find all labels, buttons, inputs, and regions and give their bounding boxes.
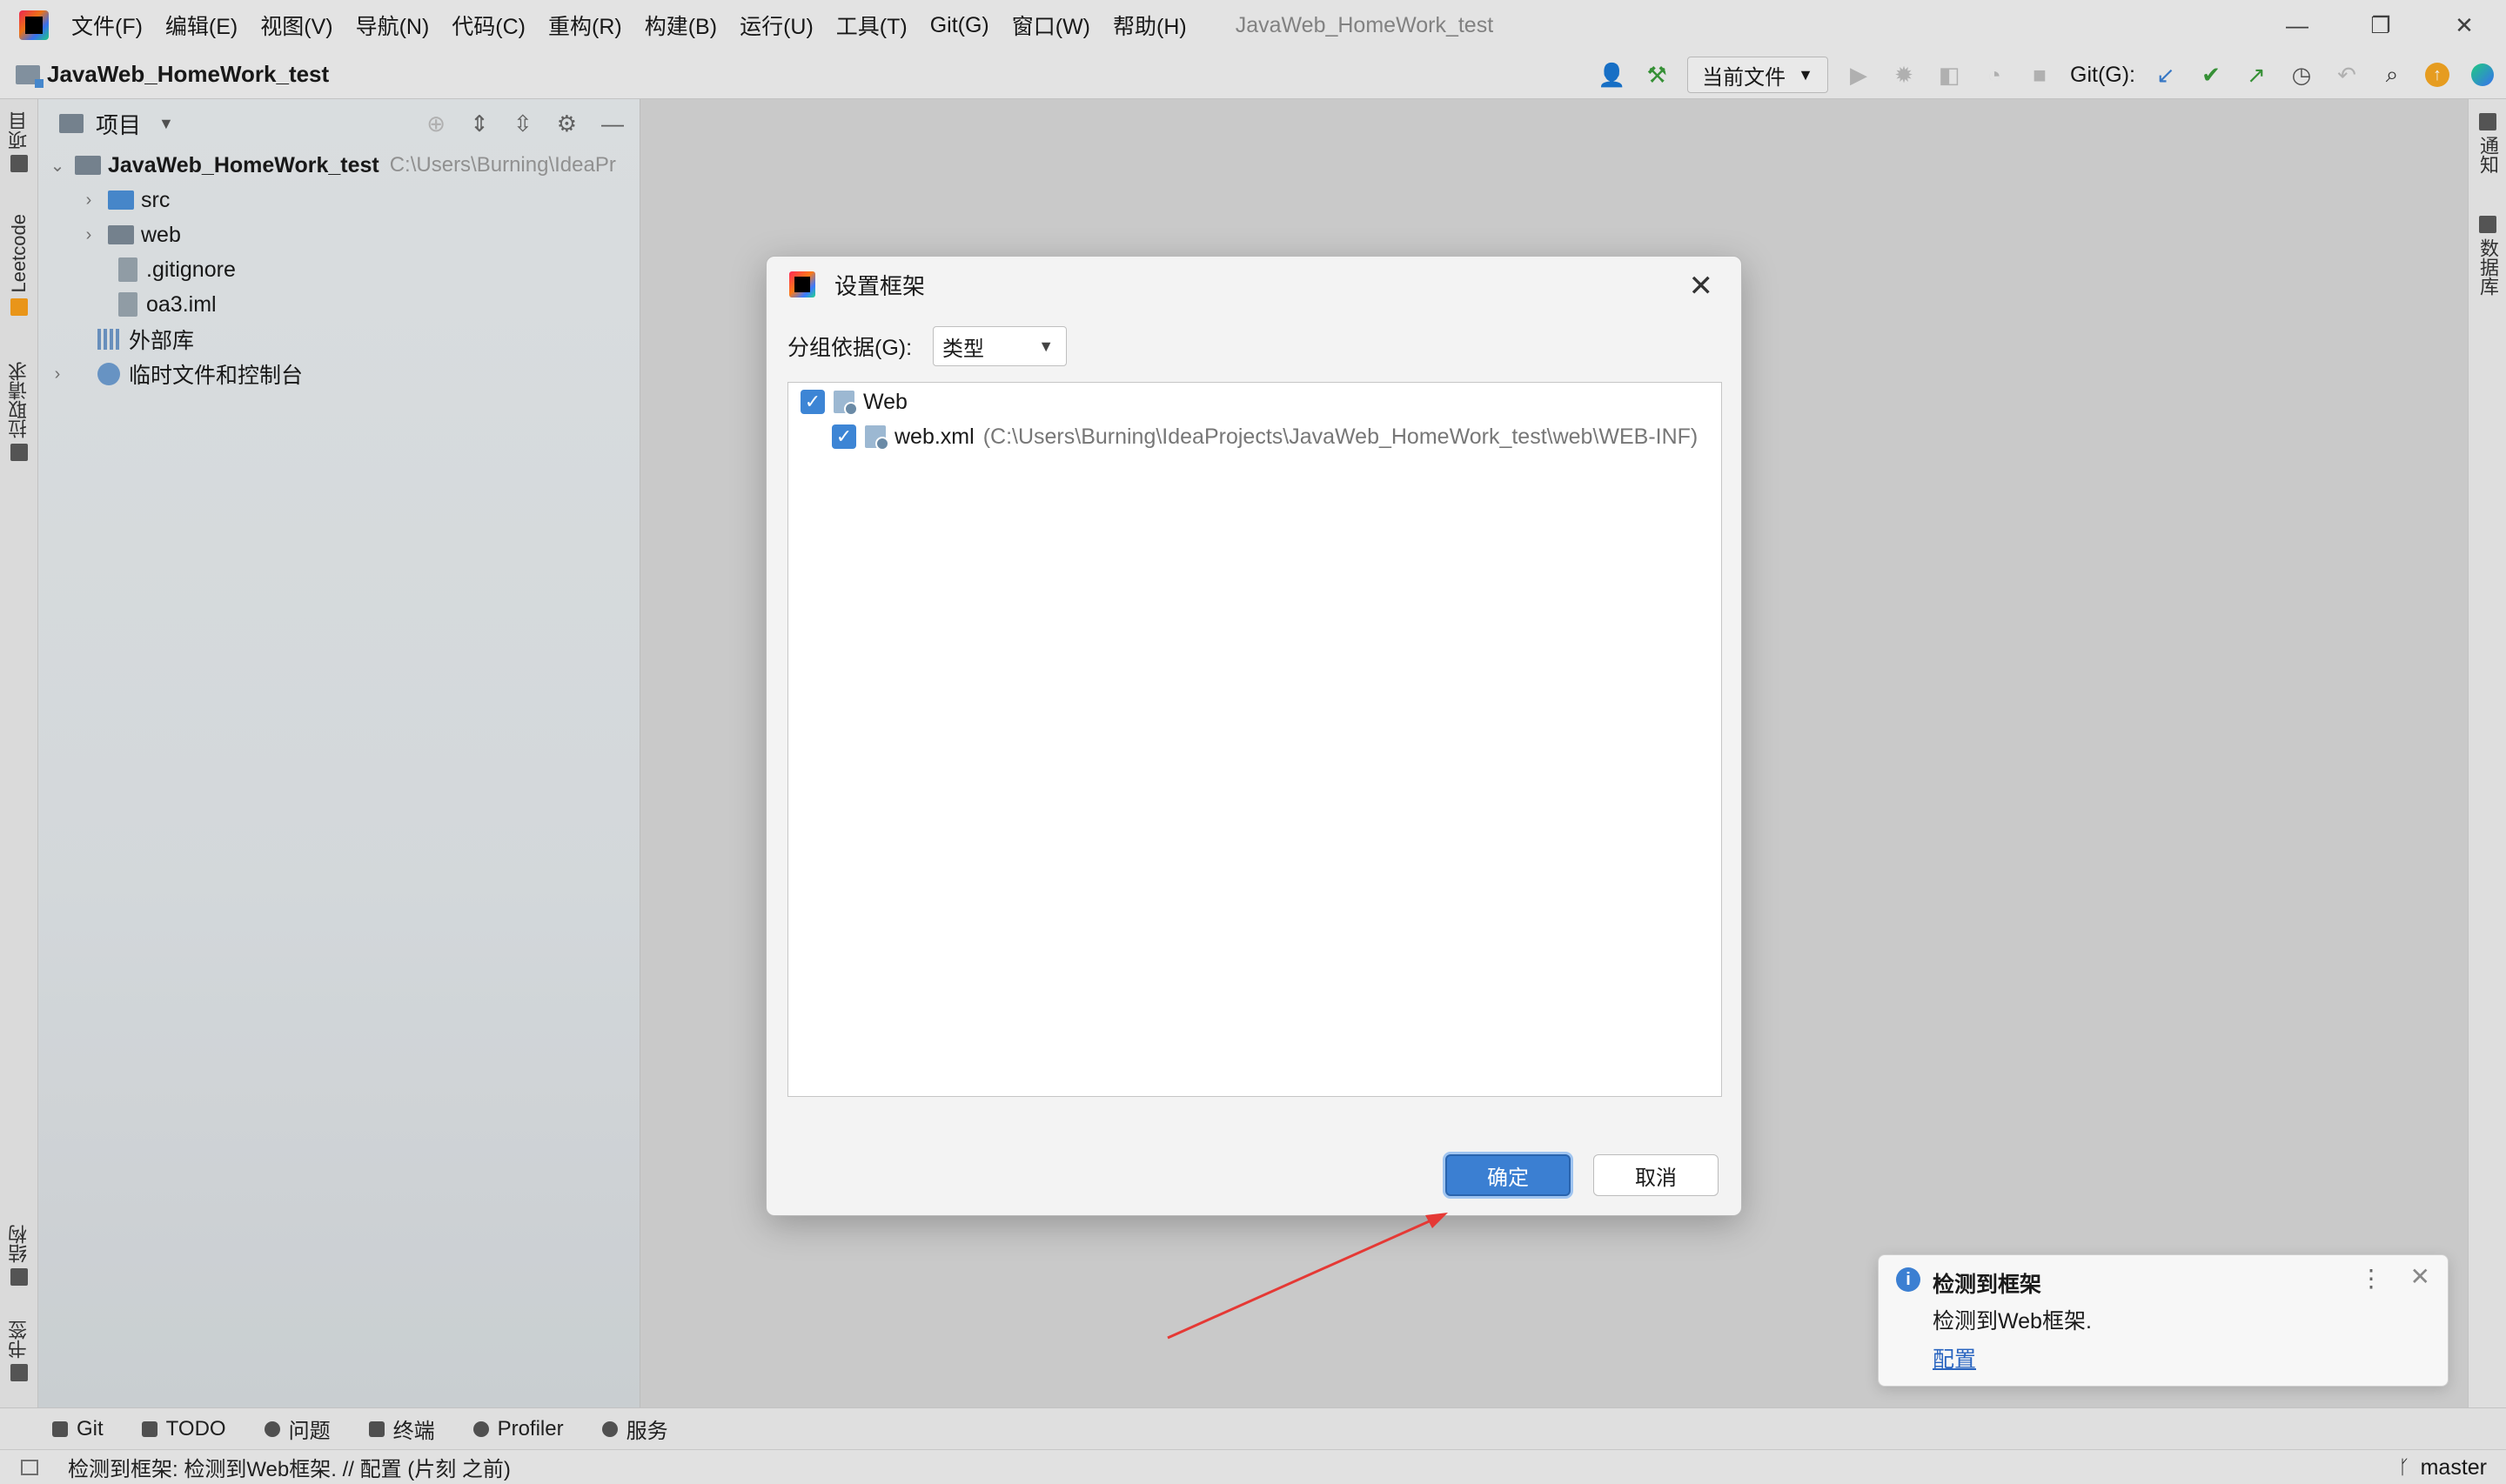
group-by-row: 分组依据(G): 类型 ▼ bbox=[787, 326, 1068, 366]
framework-name: Web bbox=[863, 389, 908, 414]
intellij-logo-icon bbox=[789, 271, 815, 297]
dialog-header: 设置框架 ✕ bbox=[767, 257, 1741, 312]
web-framework-icon bbox=[834, 391, 858, 416]
info-icon: i bbox=[1896, 1267, 1920, 1292]
cancel-button[interactable]: 取消 bbox=[1593, 1154, 1719, 1196]
chevron-down-icon: ▼ bbox=[1038, 338, 1055, 355]
web-xml-icon bbox=[865, 425, 889, 451]
notification-title: 检测到框架 bbox=[1933, 1273, 2042, 1297]
setup-frameworks-dialog: 设置框架 ✕ 分组依据(G): 类型 ▼ ✓ Web ✓ web.xml (C:… bbox=[766, 256, 1742, 1216]
close-icon[interactable]: ✕ bbox=[2410, 1262, 2430, 1291]
dialog-title: 设置框架 bbox=[834, 272, 926, 299]
notification-balloon: i 检测到框架 检测到Web框架. 配置 ⋮ ✕ bbox=[1878, 1254, 2449, 1387]
ok-button[interactable]: 确定 bbox=[1445, 1154, 1571, 1196]
framework-webxml-checkbox[interactable]: ✓ bbox=[832, 424, 856, 449]
configure-link[interactable]: 配置 bbox=[1933, 1342, 1976, 1374]
framework-path: (C:\Users\Burning\IdeaProjects\JavaWeb_H… bbox=[982, 424, 1699, 449]
group-by-value: 类型 bbox=[942, 337, 985, 361]
more-options-icon[interactable]: ⋮ bbox=[2359, 1264, 2383, 1293]
framework-item-webxml[interactable]: ✓ web.xml (C:\Users\Burning\IdeaProjects… bbox=[832, 419, 1698, 454]
group-by-label: 分组依据(G): bbox=[787, 336, 913, 360]
framework-name: web.xml bbox=[895, 424, 975, 449]
group-by-select[interactable]: 类型 ▼ bbox=[933, 326, 1068, 366]
close-icon[interactable]: ✕ bbox=[1689, 269, 1714, 304]
framework-list: ✓ Web ✓ web.xml (C:\Users\Burning\IdeaPr… bbox=[787, 382, 1722, 1097]
framework-web-checkbox[interactable]: ✓ bbox=[801, 390, 825, 414]
framework-item-web[interactable]: ✓ Web bbox=[801, 384, 908, 419]
notification-body: 检测到Web框架. bbox=[1933, 1309, 2092, 1334]
